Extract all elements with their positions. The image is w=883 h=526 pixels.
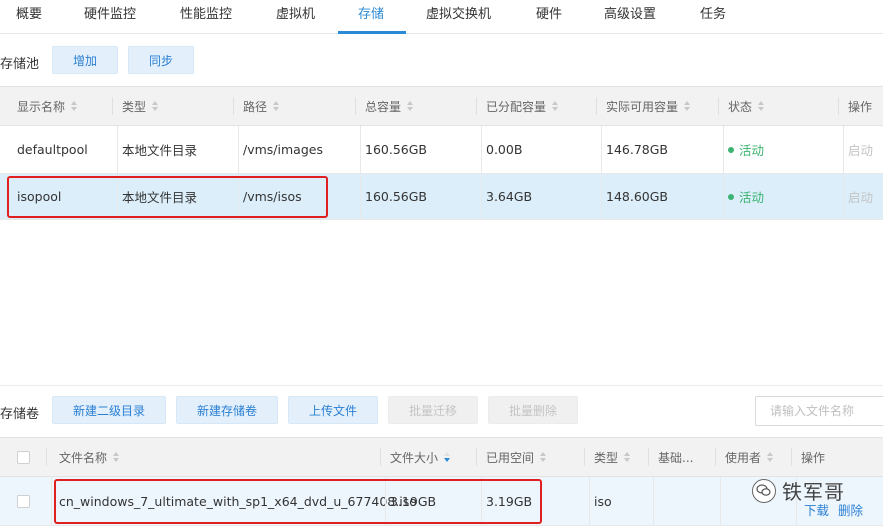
status-dot-icon [728,146,734,153]
new-volume-button[interactable]: 新建存储卷 [176,396,278,424]
col-base: 基础... [658,450,694,465]
col-user[interactable]: 使用者 [725,438,774,476]
active-tab-indicator [338,31,406,34]
pool-path: /vms/isos [243,189,302,204]
batch-migrate-button[interactable]: 批量迁移 [388,396,478,424]
pool-available: 146.78GB [606,142,668,157]
sort-icon[interactable] [540,452,547,462]
col-available-capacity[interactable]: 实际可用容量 [606,87,691,125]
pool-path: /vms/images [243,142,323,157]
sort-desc-icon[interactable] [444,452,451,462]
storage-pool-title: 存储池 [0,57,40,72]
sort-icon[interactable] [71,101,78,111]
tab-tasks[interactable]: 任务 [700,0,726,34]
pool-name: isopool [17,189,62,204]
col-allocated-capacity[interactable]: 已分配容量 [486,87,559,125]
pool-table-header: 显示名称 类型 路径 总容量 已分配容量 实际可用容量 状态 操作 [0,86,883,126]
row-checkbox[interactable] [17,495,30,508]
sort-icon[interactable] [407,101,414,111]
pool-allocated: 3.64GB [486,189,533,204]
col-status[interactable]: 状态 [728,87,765,125]
sort-icon[interactable] [624,452,631,462]
pool-total: 160.56GB [365,189,427,204]
pool-available: 148.60GB [606,189,668,204]
col-used-space[interactable]: 已用空间 [486,438,547,476]
sort-icon[interactable] [113,452,120,462]
pool-type: 本地文件目录 [122,143,198,158]
volume-table-header: 文件名称 文件大小 已用空间 类型 基础... 使用者 操作 [0,437,883,477]
upload-file-button[interactable]: 上传文件 [288,396,378,424]
pool-total: 160.56GB [365,142,427,157]
watermark-text: 铁军哥 [782,480,845,504]
pool-type: 本地文件目录 [122,190,198,205]
watermark: 铁军哥 [752,476,845,505]
start-pool-link[interactable]: 启动 [848,174,873,219]
sort-icon[interactable] [152,101,159,111]
tab-virtual-switch[interactable]: 虚拟交换机 [426,0,491,34]
tab-virtual-machines[interactable]: 虚拟机 [276,0,315,34]
col-file-size[interactable]: 文件大小 [390,438,451,476]
col-operation: 操作 [801,450,826,465]
status-dot-icon [728,193,734,200]
col-display-name[interactable]: 显示名称 [17,87,78,125]
file-size: 3.19GB [390,493,437,509]
col-path[interactable]: 路径 [243,87,280,125]
sort-icon[interactable] [273,101,280,111]
tab-hardware[interactable]: 硬件 [536,0,562,34]
sync-pool-button[interactable]: 同步 [128,46,194,74]
sort-icon[interactable] [758,101,765,111]
status-badge: 活动 [728,126,764,173]
col-type[interactable]: 类型 [122,87,159,125]
col-file-name[interactable]: 文件名称 [59,438,120,476]
wechat-icon [752,478,776,503]
table-row[interactable]: defaultpool 本地文件目录 /vms/images 160.56GB … [0,126,883,174]
file-type: iso [594,493,612,509]
sort-icon[interactable] [767,452,774,462]
used-space: 3.19GB [486,493,533,509]
col-total-capacity[interactable]: 总容量 [365,87,414,125]
sort-icon[interactable] [684,101,691,111]
col-type[interactable]: 类型 [594,438,631,476]
batch-delete-button[interactable]: 批量删除 [488,396,578,424]
tab-hardware-monitor[interactable]: 硬件监控 [84,0,136,34]
add-pool-button[interactable]: 增加 [52,46,118,74]
select-all-checkbox[interactable] [17,451,30,464]
search-input[interactable] [755,396,883,426]
tab-performance-monitor[interactable]: 性能监控 [180,0,232,34]
storage-volume-title: 存储卷 [0,407,40,422]
section-divider [0,385,883,386]
file-name: cn_windows_7_ultimate_with_sp1_x64_dvd_u… [59,493,417,509]
col-operation: 操作 [848,99,873,114]
new-subdirectory-button[interactable]: 新建二级目录 [52,396,166,424]
tab-storage[interactable]: 存储 [358,0,384,34]
pool-allocated: 0.00B [486,142,523,157]
table-row[interactable]: isopool 本地文件目录 /vms/isos 160.56GB 3.64GB… [0,174,883,220]
sort-icon[interactable] [552,101,559,111]
pool-name: defaultpool [17,142,88,157]
tab-overview[interactable]: 概要 [16,0,42,34]
tab-advanced-settings[interactable]: 高级设置 [604,0,656,34]
top-tab-bar: 概要 硬件监控 性能监控 虚拟机 存储 虚拟交换机 硬件 高级设置 任务 [0,0,883,34]
start-pool-link[interactable]: 启动 [848,126,873,173]
status-badge: 活动 [728,174,764,219]
